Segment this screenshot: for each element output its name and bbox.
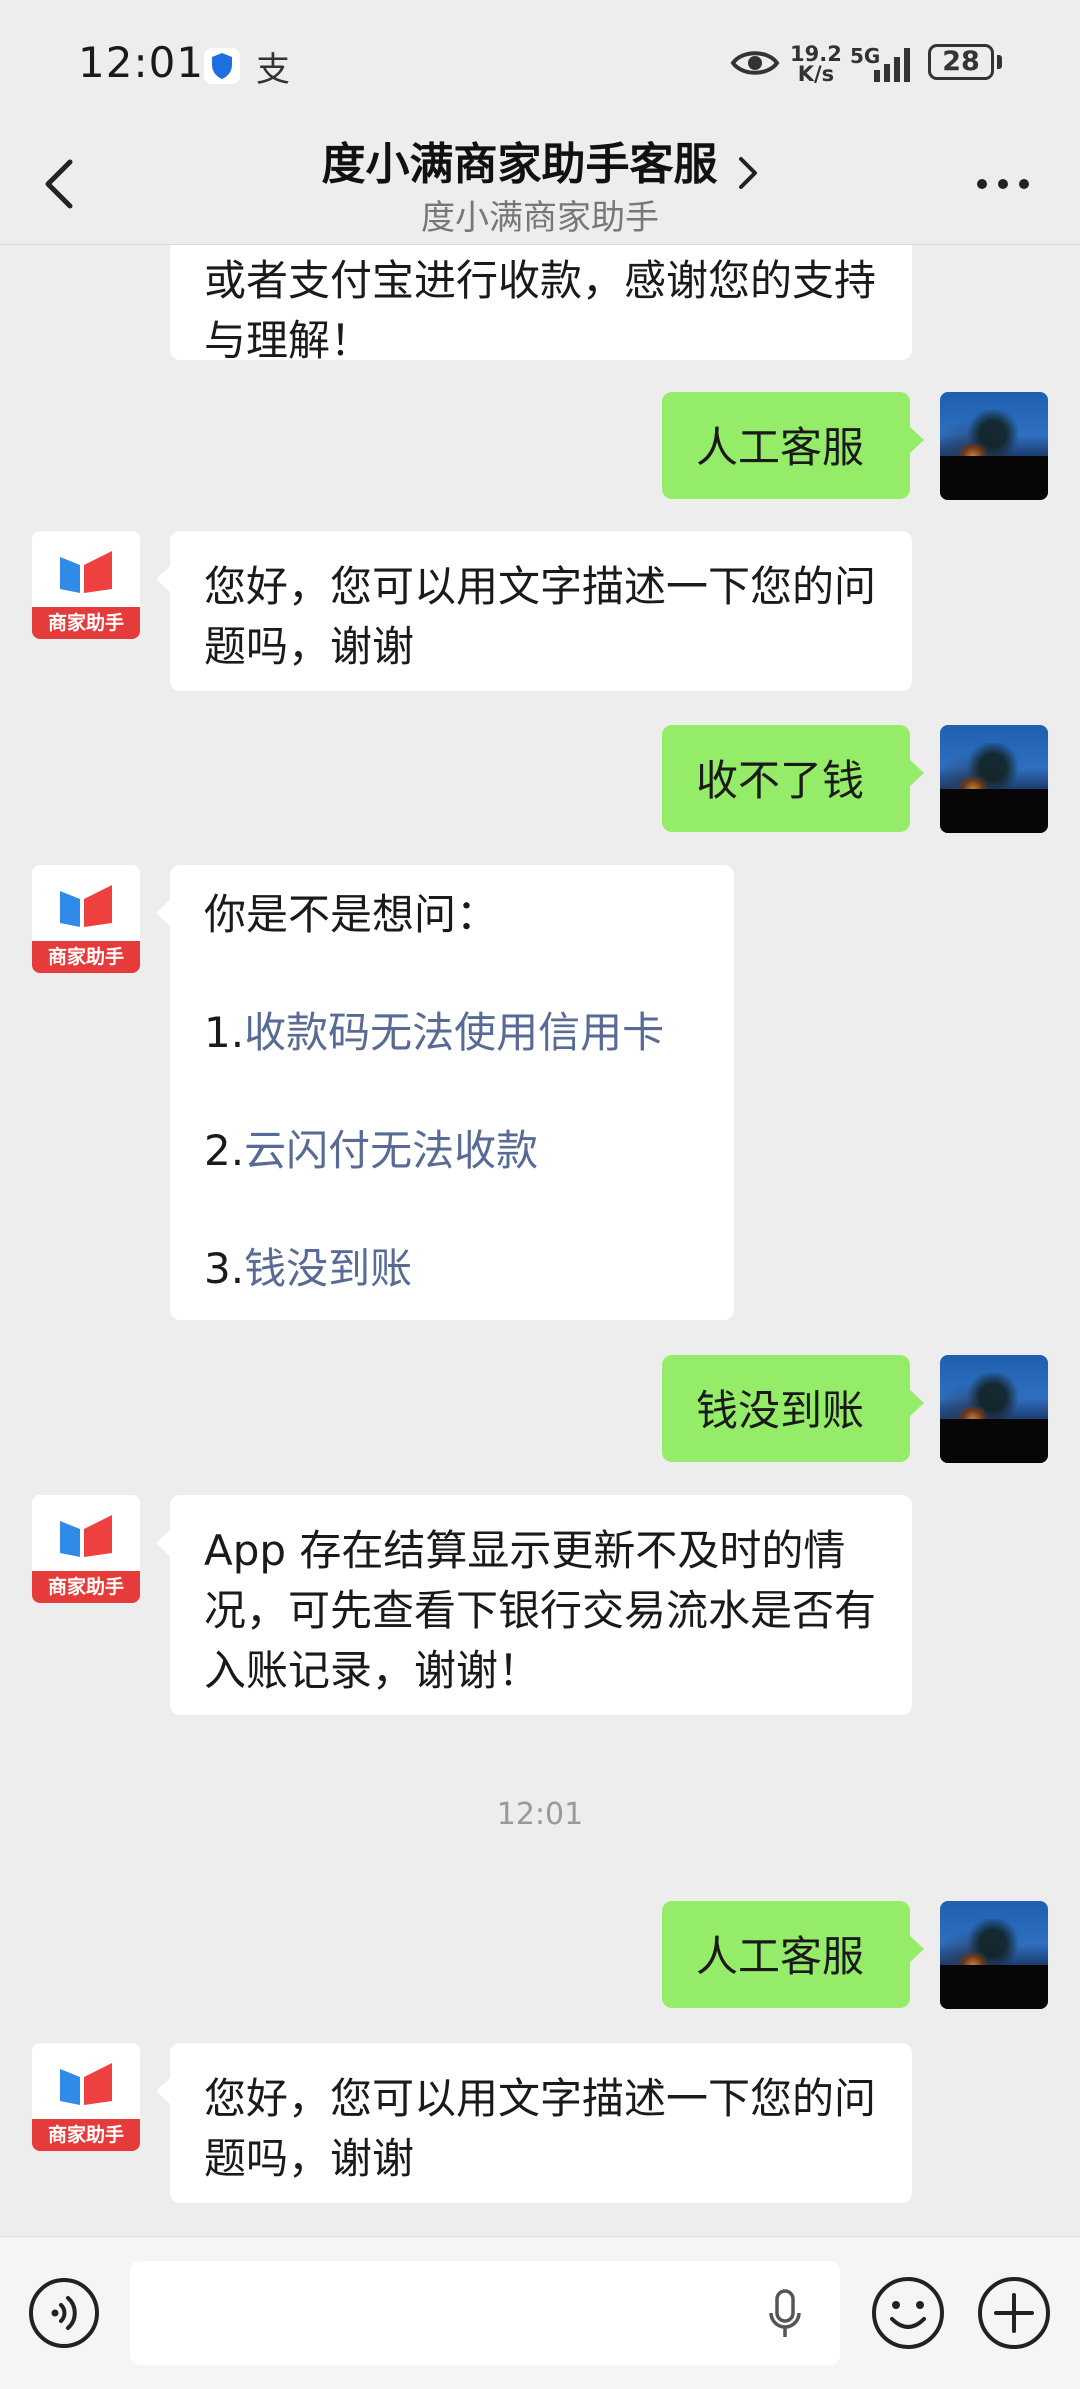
net-speed: 19.2 K/s	[790, 44, 842, 86]
time-divider: 12:01	[496, 1797, 584, 1832]
option-number: 3.	[204, 1244, 245, 1293]
message-bubble-outgoing[interactable]: 人工客服	[662, 392, 924, 499]
bot-avatar-label: 商家助手	[32, 941, 140, 973]
eye-icon	[730, 46, 780, 84]
chat-title[interactable]: 度小满商家助手客服	[321, 128, 717, 192]
message-input[interactable]	[130, 2261, 840, 2365]
avatar-photo	[940, 456, 1048, 500]
voice-icon[interactable]	[28, 2277, 100, 2349]
suggestion-link[interactable]: 云闪付无法收款	[244, 1126, 538, 1175]
message-text: 人工客服	[696, 1932, 865, 1981]
message-text: 您好，您可以用文字描述一下您的问题吗，谢谢	[204, 562, 877, 671]
net-speed-unit: K/s	[797, 62, 835, 86]
user-avatar[interactable]	[940, 1355, 1048, 1463]
option-number: 2.	[204, 1126, 245, 1175]
message-bubble-incoming[interactable]: 您好，您可以用文字描述一下您的问题吗，谢谢	[156, 2043, 912, 2203]
input-bar	[0, 2236, 1080, 2389]
message-text: 收不了钱	[696, 756, 865, 805]
bot-avatar-label: 商家助手	[32, 2119, 140, 2151]
bot-avatar[interactable]: 商家助手	[32, 2043, 140, 2151]
message-text: 钱没到账	[696, 1386, 865, 1435]
avatar-photo	[940, 1419, 1048, 1463]
message-text: 你是不是想问：	[204, 890, 499, 939]
message-text: 您好，您可以用文字描述一下您的问题吗，谢谢	[204, 2074, 877, 2183]
suggestion-link[interactable]: 收款码无法使用信用卡	[244, 1008, 664, 1057]
chat-header: 度小满商家助手客服 度小满商家助手	[0, 124, 1080, 245]
battery-icon: 28	[928, 44, 1002, 80]
bot-avatar-label: 商家助手	[32, 1571, 140, 1603]
message-bubble-incoming[interactable]: 或者支付宝进行收款，感谢您的支持与理解！	[170, 245, 912, 365]
chat-messages[interactable]: 或者支付宝进行收款，感谢您的支持与理解！ 人工客服 商家助手 您好，您可以用文字…	[0, 245, 1080, 2235]
user-avatar[interactable]	[940, 725, 1048, 833]
status-time: 12:01	[78, 38, 205, 87]
merchant-logo-icon	[60, 1515, 112, 1557]
suggestion-option[interactable]: 2.云闪付无法收款	[204, 1121, 700, 1181]
message-text: App 存在结算显示更新不及时的情况，可先查看下银行交易流水是否有入账记录，谢谢…	[204, 1526, 877, 1695]
message-text: 人工客服	[696, 423, 865, 472]
message-bubble-incoming[interactable]: App 存在结算显示更新不及时的情况，可先查看下银行交易流水是否有入账记录，谢谢…	[156, 1495, 912, 1715]
option-number: 1.	[204, 1008, 245, 1057]
bot-avatar[interactable]: 商家助手	[32, 1495, 140, 1603]
microphone-icon[interactable]	[768, 2289, 802, 2345]
avatar-photo	[940, 789, 1048, 833]
message-bubble-outgoing[interactable]: 钱没到账	[662, 1355, 924, 1462]
user-avatar[interactable]	[940, 392, 1048, 500]
message-bubble-outgoing[interactable]: 收不了钱	[662, 725, 924, 832]
header-title-group[interactable]: 度小满商家助手客服	[0, 124, 1080, 197]
merchant-logo-icon	[60, 885, 112, 927]
avatar-photo	[940, 1965, 1048, 2009]
plus-icon[interactable]	[976, 2275, 1052, 2351]
merchant-logo-icon	[60, 551, 112, 593]
message-bubble-incoming[interactable]: 你是不是想问： 1.收款码无法使用信用卡 2.云闪付无法收款 3.钱没到账	[156, 865, 734, 1320]
more-dots-icon[interactable]	[976, 174, 1030, 194]
emoji-icon[interactable]	[870, 2275, 946, 2351]
message-text: 或者支付宝进行收款，感谢您的支持与理解！	[204, 256, 877, 365]
merchant-logo-icon	[60, 2063, 112, 2105]
status-bar: 12:01 支 19.2 K/s 5G 28	[0, 0, 1080, 124]
signal-icon	[872, 44, 918, 88]
alipay-icon: 支	[256, 50, 290, 90]
bot-avatar[interactable]: 商家助手	[32, 531, 140, 639]
suggestion-option[interactable]: 1.收款码无法使用信用卡	[204, 1003, 700, 1063]
chat-subtitle: 度小满商家助手	[421, 198, 659, 238]
suggestion-link[interactable]: 钱没到账	[244, 1244, 412, 1293]
message-bubble-outgoing[interactable]: 人工客服	[662, 1901, 924, 2008]
shield-icon	[204, 48, 240, 84]
user-avatar[interactable]	[940, 1901, 1048, 2009]
suggestion-option[interactable]: 3.钱没到账	[204, 1239, 700, 1299]
bot-avatar-label: 商家助手	[32, 607, 140, 639]
message-bubble-incoming[interactable]: 您好，您可以用文字描述一下您的问题吗，谢谢	[156, 531, 912, 691]
bot-avatar[interactable]: 商家助手	[32, 865, 140, 973]
